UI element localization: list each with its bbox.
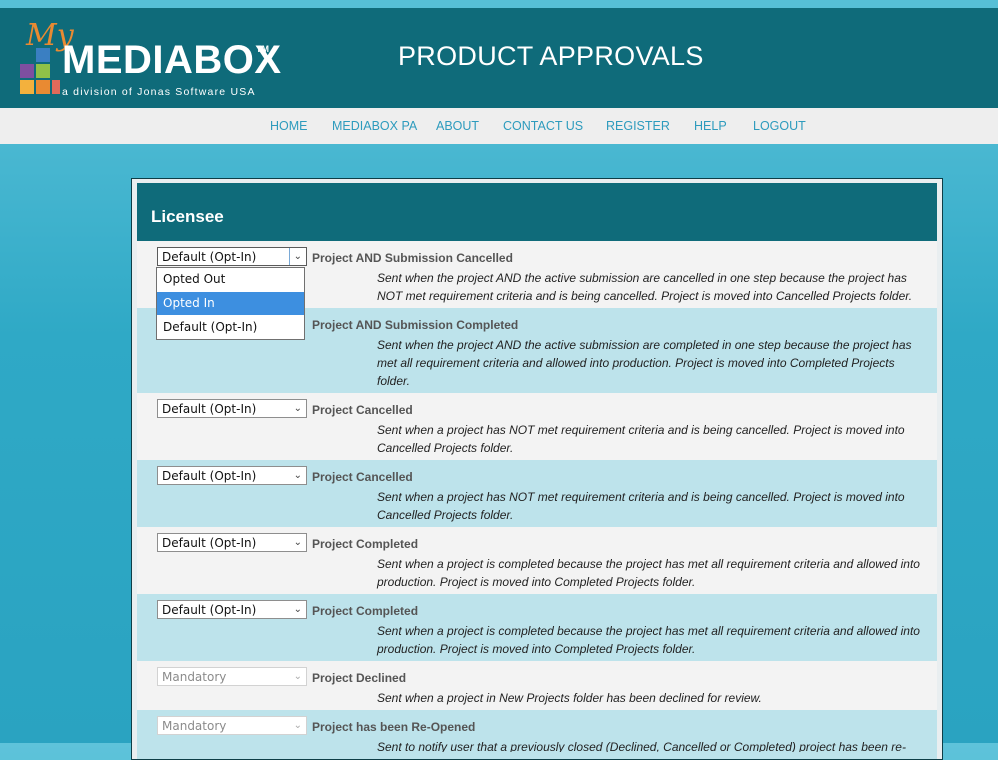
page-title: PRODUCT APPROVALS	[398, 41, 704, 71]
notification-description: Sent to notify user that a previously cl…	[377, 740, 906, 752]
nav-logout[interactable]: LOGOUT	[753, 119, 806, 133]
logo-brand: MEDIABOX	[62, 38, 282, 82]
select-value: Default (Opt-In)	[162, 402, 257, 416]
chevron-down-icon: ⌄	[293, 537, 302, 548]
notification-title: Project AND Submission Cancelled	[312, 251, 513, 265]
main-nav: HOME MEDIABOX PA ABOUT CONTACT US REGIST…	[0, 108, 998, 144]
notification-row: Default (Opt-In) ⌄ Project Cancelled Sen…	[137, 393, 937, 460]
select-value: Default (Opt-In)	[162, 469, 257, 483]
notification-title: Project Cancelled	[312, 403, 413, 417]
chevron-down-icon: ⌄	[293, 720, 302, 731]
nav-help[interactable]: HELP	[694, 119, 727, 133]
opt-in-select[interactable]: Default (Opt-In) ⌄	[157, 247, 307, 266]
nav-contact-us[interactable]: CONTACT US	[503, 119, 583, 133]
select-value: Mandatory	[162, 719, 227, 733]
notification-row: Default (Opt-In) ⌄ Project Completed Sen…	[137, 594, 937, 661]
nav-register[interactable]: REGISTER	[606, 119, 670, 133]
opt-in-dropdown-list: Opted Out Opted In Default (Opt-In)	[156, 267, 305, 340]
notification-description: Sent when a project is completed because…	[377, 624, 920, 656]
logo-squares-icon	[20, 48, 60, 96]
opt-in-select[interactable]: Default (Opt-In) ⌄	[157, 466, 307, 485]
nav-home[interactable]: HOME	[270, 119, 308, 133]
logo-trademark: TM	[256, 44, 269, 54]
opt-in-select[interactable]: Default (Opt-In) ⌄	[157, 533, 307, 552]
notification-description: Sent when the project AND the active sub…	[377, 338, 912, 388]
chevron-down-icon: ⌄	[293, 403, 302, 414]
notification-title: Project Cancelled	[312, 470, 413, 484]
notification-title: Project has been Re-Opened	[312, 720, 476, 734]
nav-about[interactable]: ABOUT	[436, 119, 479, 133]
chevron-down-icon: ⌄	[293, 604, 302, 615]
opt-in-select[interactable]: Default (Opt-In) ⌄	[157, 600, 307, 619]
select-value: Default (Opt-In)	[162, 603, 257, 617]
chevron-down-icon: ⌄	[293, 671, 302, 682]
notification-title: Project Declined	[312, 671, 407, 685]
panel-title: Licensee	[151, 207, 224, 226]
notification-row: Default (Opt-In) ⌄ Project Cancelled Sen…	[137, 460, 937, 527]
mandatory-select: Mandatory ⌄	[157, 716, 307, 735]
notification-title: Project AND Submission Completed	[312, 318, 519, 332]
notification-description: Sent when a project has NOT met requirem…	[377, 423, 905, 455]
logo-division: a division of Jonas Software USA	[62, 86, 256, 98]
mandatory-select: Mandatory ⌄	[157, 667, 307, 686]
mediabox-logo[interactable]: My MEDIABOX TM a division of Jonas Softw…	[18, 18, 281, 103]
dropdown-option-opted-out[interactable]: Opted Out	[157, 268, 304, 291]
notification-description: Sent when the project AND the active sub…	[377, 271, 913, 303]
notification-title: Project Completed	[312, 604, 419, 618]
select-value: Default (Opt-In)	[162, 536, 257, 550]
notification-row: Default (Opt-In) ⌄ Project Completed Sen…	[137, 527, 937, 594]
notification-description: Sent when a project has NOT met requirem…	[377, 490, 905, 522]
panel-header: Licensee	[137, 183, 937, 241]
dropdown-option-opted-in[interactable]: Opted In	[157, 292, 304, 315]
site-header: My MEDIABOX TM a division of Jonas Softw…	[0, 8, 998, 108]
notification-description: Sent when a project is completed because…	[377, 557, 920, 589]
notification-title: Project Completed	[312, 537, 419, 551]
notification-row: Mandatory ⌄ Project Declined Sent when a…	[137, 661, 937, 710]
chevron-down-icon: ⌄	[293, 470, 302, 481]
top-strip	[0, 0, 998, 8]
nav-mediabox-pa[interactable]: MEDIABOX PA	[332, 119, 417, 133]
select-value: Mandatory	[162, 670, 227, 684]
notification-row: Mandatory ⌄ Project has been Re-Opened S…	[137, 710, 937, 759]
dropdown-option-default[interactable]: Default (Opt-In)	[157, 316, 304, 339]
select-value: Default (Opt-In)	[162, 250, 257, 264]
licensee-panel: Licensee Default (Opt-In) ⌄ Project AND …	[131, 178, 943, 760]
notification-description: Sent when a project in New Projects fold…	[377, 691, 762, 705]
chevron-down-icon: ⌄	[293, 251, 302, 262]
opt-in-select[interactable]: Default (Opt-In) ⌄	[157, 399, 307, 418]
